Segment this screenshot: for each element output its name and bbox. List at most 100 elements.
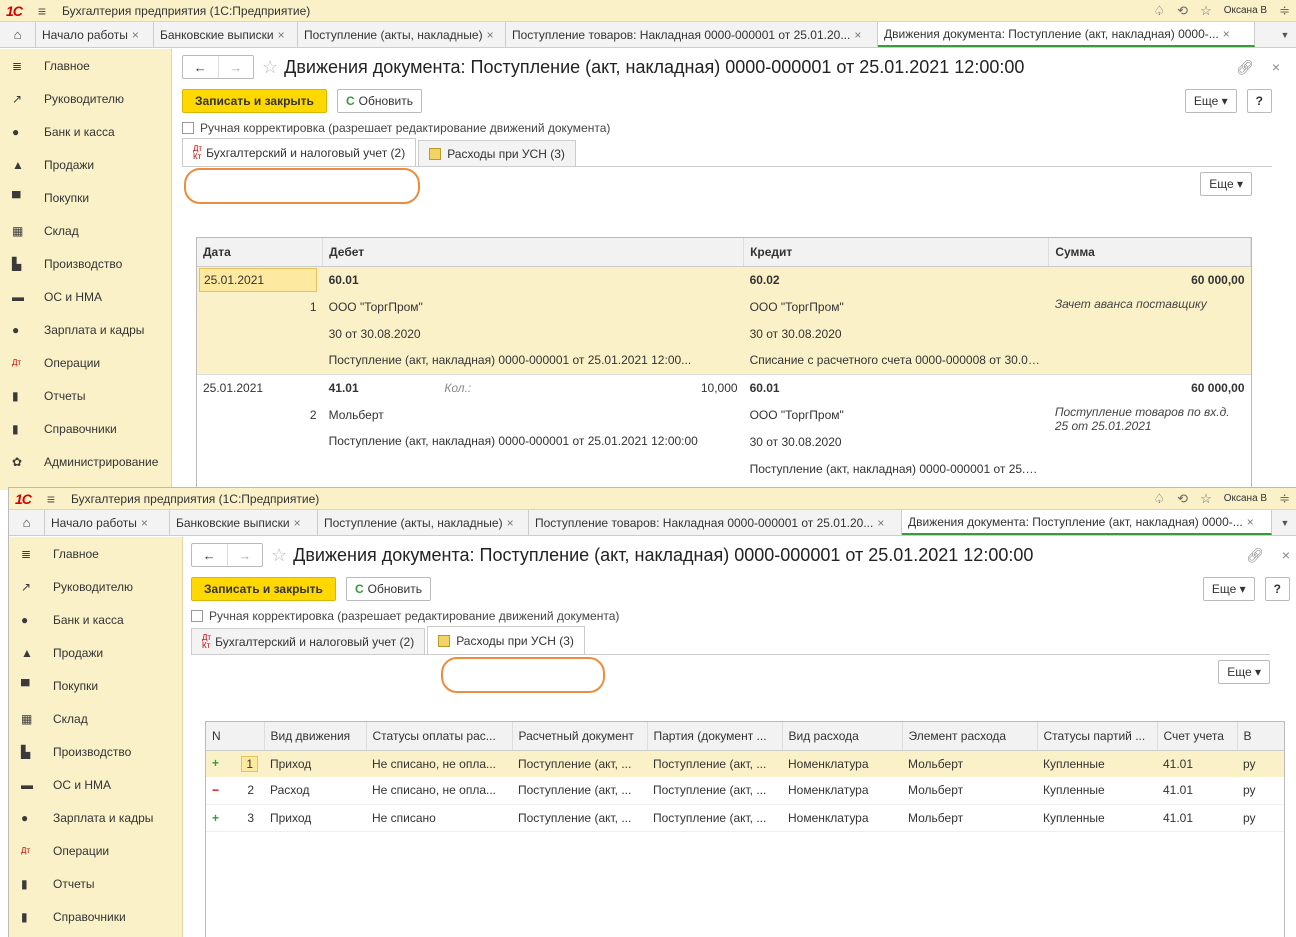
- table-row[interactable]: +1 Приход Не списано, не опла... Поступл…: [206, 750, 1284, 777]
- col-settlement-doc[interactable]: Расчетный документ: [512, 722, 648, 751]
- col-payment-status[interactable]: Статусы оплаты рас...: [366, 722, 513, 751]
- favorite-star-icon[interactable]: ☆: [271, 545, 287, 566]
- date-cell[interactable]: 25.01.2021: [199, 267, 317, 292]
- col-extra[interactable]: В: [1237, 722, 1284, 751]
- more-button[interactable]: Еще ▾: [1184, 89, 1237, 113]
- sidebar-item-catalogs[interactable]: ▮ Справочники: [9, 900, 182, 933]
- tab-usn-expenses[interactable]: Расходы при УСН (3): [418, 140, 576, 166]
- link-icon[interactable]: 🔗︎: [1236, 59, 1254, 76]
- sidebar-item-purchases[interactable]: ▀ Покупки: [0, 181, 171, 214]
- settings-icon[interactable]: ≑: [1279, 491, 1290, 507]
- sidebar-item-operations[interactable]: Дт Операции: [0, 346, 171, 379]
- close-icon[interactable]: ×: [854, 28, 861, 42]
- close-icon[interactable]: ×: [487, 28, 494, 42]
- back-arrow-icon[interactable]: ←: [192, 544, 227, 566]
- sidebar-item-main[interactable]: ≣ Главное: [9, 537, 182, 570]
- tab-receipts-list[interactable]: Поступление (акты, накладные) ×: [318, 510, 529, 535]
- tab-receipt-doc[interactable]: Поступление товаров: Накладная 0000-0000…: [506, 22, 878, 47]
- tab-accounting[interactable]: Дт Кт Бухгалтерский и налоговый учет (2): [182, 138, 417, 166]
- manual-edit-checkbox[interactable]: [182, 122, 194, 134]
- tab-doc-movements[interactable]: Движения документа: Поступление (акт, на…: [878, 22, 1255, 47]
- more-button[interactable]: Еще ▾: [1202, 577, 1255, 601]
- settings-icon[interactable]: ≑: [1279, 3, 1290, 19]
- tab-bank-statements[interactable]: Банковские выписки ×: [154, 22, 298, 47]
- date-cell[interactable]: 25.01.2021: [197, 374, 323, 401]
- tab-doc-movements[interactable]: Движения документа: Поступление (акт, на…: [902, 510, 1272, 535]
- help-button[interactable]: ?: [1264, 577, 1290, 601]
- home-icon[interactable]: ⌂: [9, 510, 45, 535]
- table-row[interactable]: +3 Приход Не списано Поступление (акт, .…: [206, 804, 1284, 831]
- col-credit[interactable]: Кредит: [743, 238, 1050, 267]
- sidebar-item-manager[interactable]: ↗ Руководителю: [0, 82, 171, 115]
- user-name[interactable]: Оксана В: [1224, 5, 1267, 16]
- sidebar-item-salary[interactable]: ● Зарплата и кадры: [9, 801, 182, 834]
- col-sum[interactable]: Сумма: [1048, 238, 1251, 267]
- tab-usn-expenses[interactable]: Расходы при УСН (3): [427, 626, 585, 654]
- user-name[interactable]: Оксана В: [1224, 493, 1267, 504]
- table-row[interactable]: 2 Мольберт ООО "ТоргПром" Поступление то…: [197, 401, 1251, 433]
- col-n[interactable]: N: [206, 722, 265, 751]
- sidebar-item-sales[interactable]: ▲ Продажи: [0, 148, 171, 181]
- forward-arrow-icon[interactable]: →: [217, 56, 254, 78]
- tab-start[interactable]: Начало работы ×: [36, 22, 154, 47]
- col-movement-kind[interactable]: Вид движения: [264, 722, 367, 751]
- refresh-button[interactable]: C Обновить: [345, 577, 431, 601]
- col-expense-type[interactable]: Вид расхода: [782, 722, 903, 751]
- col-batch[interactable]: Партия (документ ...: [647, 722, 783, 751]
- tabs-dropdown-icon[interactable]: ▼: [1274, 22, 1296, 47]
- main-menu-icon[interactable]: ≡: [41, 491, 61, 507]
- manual-edit-checkbox[interactable]: [191, 610, 203, 622]
- tab-receipt-doc[interactable]: Поступление товаров: Накладная 0000-0000…: [529, 510, 902, 535]
- sidebar-item-assets[interactable]: ▬ ОС и НМА: [0, 280, 171, 313]
- sidebar-item-production[interactable]: ▙ Производство: [0, 247, 171, 280]
- sidebar-item-main[interactable]: ≣ Главное: [0, 49, 171, 82]
- history-icon[interactable]: ⟲: [1177, 3, 1188, 19]
- close-icon[interactable]: ×: [1247, 515, 1254, 529]
- col-debit[interactable]: Дебет: [322, 238, 745, 267]
- main-menu-icon[interactable]: ≡: [32, 3, 52, 19]
- favorites-icon[interactable]: ☆: [1200, 3, 1212, 19]
- refresh-button[interactable]: C Обновить: [336, 89, 422, 113]
- sidebar-item-purchases[interactable]: ▀ Покупки: [9, 669, 182, 702]
- sidebar-item-production[interactable]: ▙ Производство: [9, 735, 182, 768]
- sidebar-item-warehouse[interactable]: ▦ Склад: [0, 214, 171, 247]
- sidebar-item-manager[interactable]: ↗ Руководителю: [9, 570, 182, 603]
- sidebar-item-admin[interactable]: ✿ Администрирование: [0, 445, 171, 478]
- close-icon[interactable]: ×: [1223, 27, 1230, 41]
- table-more-button[interactable]: Еще ▾: [1218, 660, 1270, 684]
- close-icon[interactable]: ×: [507, 516, 514, 530]
- col-date[interactable]: Дата: [197, 238, 324, 267]
- close-icon[interactable]: ×: [1282, 547, 1290, 564]
- table-row[interactable]: 1 ООО "ТоргПром" ООО "ТоргПром" Зачет ав…: [197, 293, 1251, 320]
- save-close-button[interactable]: Записать и закрыть: [182, 89, 327, 113]
- sidebar-item-bank[interactable]: ● Банк и касса: [9, 603, 182, 636]
- forward-arrow-icon[interactable]: →: [226, 544, 263, 566]
- sidebar-item-catalogs[interactable]: ▮ Справочники: [0, 412, 171, 445]
- col-account[interactable]: Счет учета: [1157, 722, 1238, 751]
- home-icon[interactable]: ⌂: [0, 22, 36, 47]
- favorites-icon[interactable]: ☆: [1200, 491, 1212, 507]
- close-icon[interactable]: ×: [141, 516, 148, 530]
- history-icon[interactable]: ⟲: [1177, 491, 1188, 507]
- help-button[interactable]: ?: [1246, 89, 1272, 113]
- back-arrow-icon[interactable]: ←: [183, 56, 218, 78]
- notifications-icon[interactable]: ♤: [1154, 491, 1166, 507]
- close-icon[interactable]: ×: [1272, 59, 1280, 76]
- tab-start[interactable]: Начало работы ×: [45, 510, 170, 535]
- col-expense-item[interactable]: Элемент расхода: [902, 722, 1038, 751]
- notifications-icon[interactable]: ♤: [1154, 3, 1166, 19]
- sidebar-item-reports[interactable]: ▮ Отчеты: [0, 379, 171, 412]
- sidebar-item-warehouse[interactable]: ▦ Склад: [9, 702, 182, 735]
- tabs-dropdown-icon[interactable]: ▼: [1274, 510, 1296, 535]
- row-number[interactable]: 1: [241, 755, 258, 772]
- sidebar-item-operations[interactable]: Дт Операции: [9, 834, 182, 867]
- col-batch-status[interactable]: Статусы партий ...: [1037, 722, 1158, 751]
- sidebar-item-assets[interactable]: ▬ ОС и НМА: [9, 768, 182, 801]
- save-close-button[interactable]: Записать и закрыть: [191, 577, 336, 601]
- close-icon[interactable]: ×: [294, 516, 301, 530]
- close-icon[interactable]: ×: [278, 28, 285, 42]
- table-row[interactable]: 25.01.2021 41.01 Кол.: 10,000 60.01 60 0…: [197, 374, 1251, 401]
- close-icon[interactable]: ×: [132, 28, 139, 42]
- sidebar-item-sales[interactable]: ▲ Продажи: [9, 636, 182, 669]
- sidebar-item-bank[interactable]: ● Банк и касса: [0, 115, 171, 148]
